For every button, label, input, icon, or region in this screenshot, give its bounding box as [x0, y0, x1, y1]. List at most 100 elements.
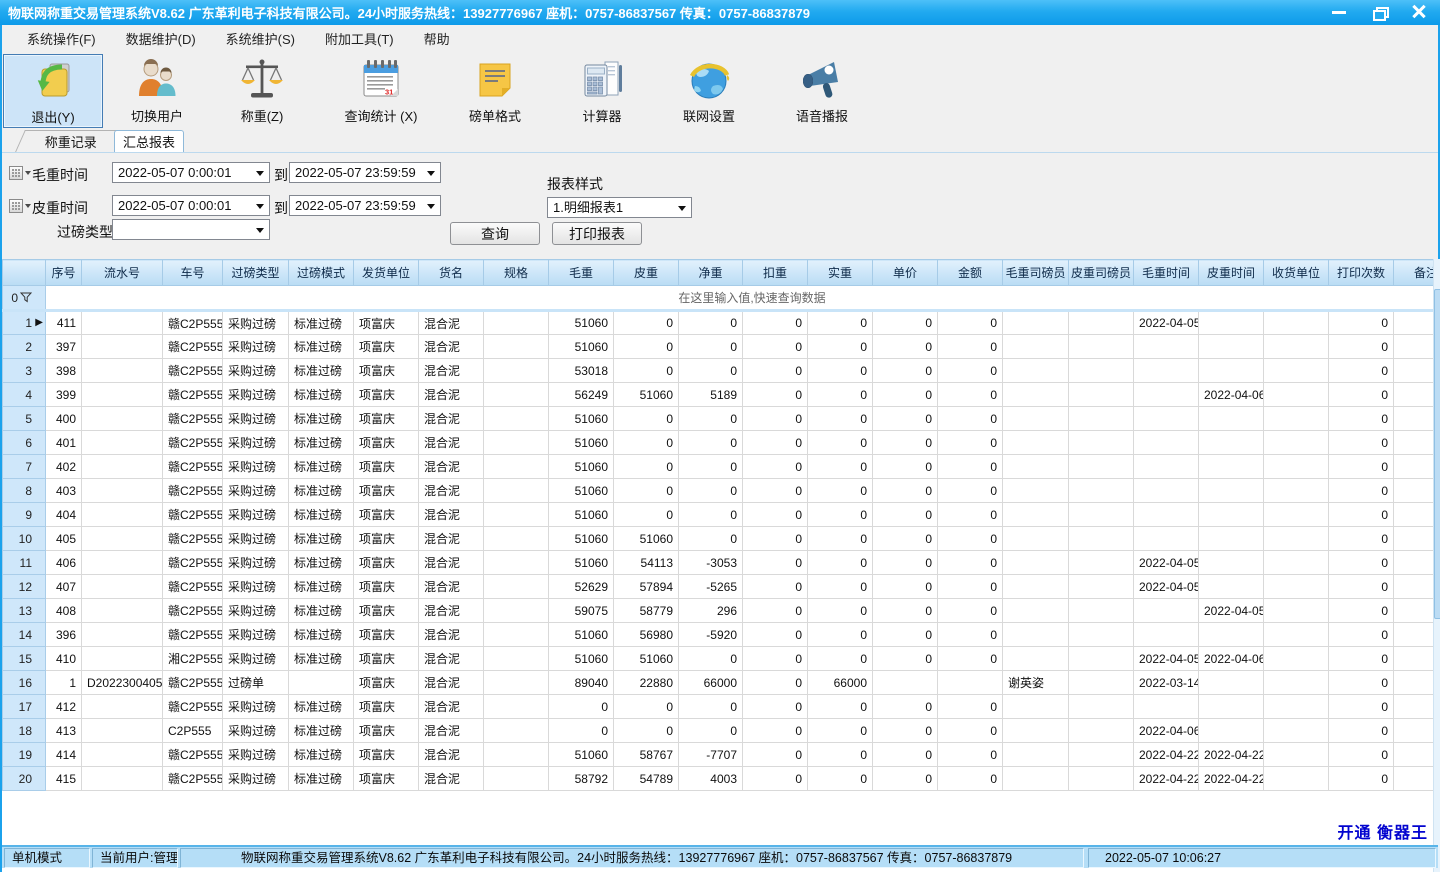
cell[interactable]: 0 — [614, 719, 679, 743]
cell[interactable]: 0 — [938, 311, 1003, 335]
cell[interactable]: 56980 — [614, 623, 679, 647]
column-header[interactable]: 序号 — [46, 260, 82, 286]
cell[interactable] — [1134, 455, 1199, 479]
cell[interactable]: 0 — [808, 455, 873, 479]
cell[interactable]: -7707 — [679, 743, 743, 767]
table-row[interactable]: 15410湘C2P555采购过磅标准过磅项富庆混合泥51060510600000… — [3, 647, 1434, 671]
cell[interactable]: 51060 — [549, 503, 614, 527]
cell[interactable] — [1199, 695, 1264, 719]
cell[interactable] — [1003, 479, 1069, 503]
cell[interactable]: 0 — [614, 695, 679, 719]
print-report-button[interactable]: 打印报表 — [552, 222, 642, 245]
cell[interactable]: 赣C2P555 — [163, 767, 223, 791]
cell[interactable]: 0 — [873, 647, 938, 671]
toolbar-button-query-stats[interactable]: 31 查询统计 (X) — [326, 54, 436, 128]
cell[interactable]: 采购过磅 — [223, 551, 289, 575]
table-row[interactable]: 19414赣C2P555采购过磅标准过磅项富庆混合泥5106058767-770… — [3, 743, 1434, 767]
row-number[interactable]: 13 — [3, 599, 46, 623]
cell[interactable]: 赣C2P555 — [163, 479, 223, 503]
cell[interactable]: 标准过磅 — [289, 479, 354, 503]
cell[interactable]: 0 — [873, 623, 938, 647]
cell[interactable]: 项富庆 — [354, 455, 419, 479]
row-number[interactable]: 5 — [3, 407, 46, 431]
cell[interactable]: 0 — [1329, 335, 1394, 359]
cell[interactable] — [1199, 455, 1264, 479]
cell[interactable]: 414 — [46, 743, 82, 767]
cell[interactable]: 赣C2P555 — [163, 623, 223, 647]
table-row[interactable]: 2397赣C2P555采购过磅标准过磅项富庆混合泥510600000000 — [3, 335, 1434, 359]
cell[interactable]: 52629 — [549, 575, 614, 599]
table-row[interactable]: 10405赣C2P555采购过磅标准过磅项富庆混合泥51060510600000… — [3, 527, 1434, 551]
cell[interactable]: 0 — [743, 311, 808, 335]
cell[interactable] — [1069, 311, 1134, 335]
cell[interactable]: 408 — [46, 599, 82, 623]
cell[interactable] — [82, 431, 163, 455]
cell[interactable]: C2P555 — [163, 719, 223, 743]
cell[interactable]: 0 — [808, 335, 873, 359]
column-header[interactable]: 单价 — [873, 260, 938, 286]
cell[interactable] — [1003, 383, 1069, 407]
cell[interactable] — [82, 455, 163, 479]
cell[interactable]: 项富庆 — [354, 431, 419, 455]
cell[interactable]: 66000 — [808, 671, 873, 695]
cell[interactable] — [484, 623, 549, 647]
table-row[interactable]: 3398赣C2P555采购过磅标准过磅项富庆混合泥530180000000 — [3, 359, 1434, 383]
cell[interactable]: 0 — [938, 359, 1003, 383]
cell[interactable]: 405 — [46, 527, 82, 551]
cell[interactable]: 51060 — [549, 527, 614, 551]
cell[interactable]: 51060 — [549, 479, 614, 503]
cell[interactable] — [1199, 575, 1264, 599]
cell[interactable] — [1264, 743, 1329, 767]
cell[interactable] — [289, 671, 354, 695]
cell[interactable]: 0 — [679, 503, 743, 527]
cell[interactable]: 0 — [873, 503, 938, 527]
cell[interactable] — [1134, 359, 1199, 383]
cell[interactable] — [1069, 695, 1134, 719]
cell[interactable] — [1069, 503, 1134, 527]
tare-time-to-combobox[interactable]: 2022-05-07 23:59:59 — [289, 195, 441, 216]
cell[interactable] — [82, 719, 163, 743]
cell[interactable]: 2022-04-06 — [1199, 383, 1264, 407]
column-header[interactable]: 皮重时间 — [1199, 260, 1264, 286]
row-number[interactable]: 9 — [3, 503, 46, 527]
column-header[interactable]: 毛重时间 — [1134, 260, 1199, 286]
cell[interactable]: 项富庆 — [354, 407, 419, 431]
cell[interactable]: 赣C2P555 — [163, 671, 223, 695]
cell[interactable]: 项富庆 — [354, 335, 419, 359]
dropdown-arrow-icon[interactable] — [427, 171, 435, 176]
cell[interactable]: 采购过磅 — [223, 311, 289, 335]
cell[interactable]: 赣C2P555 — [163, 599, 223, 623]
cell[interactable]: 415 — [46, 767, 82, 791]
cell[interactable]: 采购过磅 — [223, 455, 289, 479]
cell[interactable] — [1003, 551, 1069, 575]
cell[interactable]: 0 — [808, 623, 873, 647]
cell[interactable]: 0 — [743, 335, 808, 359]
cell[interactable]: 项富庆 — [354, 311, 419, 335]
cell[interactable] — [1003, 767, 1069, 791]
table-row[interactable]: 12407赣C2P555采购过磅标准过磅项富庆混合泥5262957894-526… — [3, 575, 1434, 599]
cell[interactable]: 54113 — [614, 551, 679, 575]
cell[interactable] — [1264, 335, 1329, 359]
cell[interactable]: 标准过磅 — [289, 407, 354, 431]
dropdown-arrow-icon[interactable] — [256, 171, 264, 176]
cell[interactable]: 项富庆 — [354, 647, 419, 671]
cell[interactable] — [1134, 335, 1199, 359]
cell[interactable] — [1394, 695, 1434, 719]
column-header[interactable]: 车号 — [163, 260, 223, 286]
cell[interactable]: 赣C2P555 — [163, 503, 223, 527]
cell[interactable] — [1003, 527, 1069, 551]
scrollbar-thumb[interactable] — [1434, 289, 1440, 619]
cell[interactable]: 0 — [938, 503, 1003, 527]
cell[interactable] — [1199, 719, 1264, 743]
row-number[interactable]: 1▶ — [3, 311, 46, 335]
cell[interactable] — [484, 359, 549, 383]
toolbar-button-calculator[interactable]: 计算器 — [554, 54, 650, 128]
cell[interactable]: 0 — [743, 503, 808, 527]
cell[interactable]: 混合泥 — [419, 575, 484, 599]
cell[interactable]: 赣C2P555 — [163, 311, 223, 335]
cell[interactable] — [484, 695, 549, 719]
cell[interactable] — [1003, 311, 1069, 335]
cell[interactable]: 0 — [873, 719, 938, 743]
cell[interactable] — [484, 455, 549, 479]
cell[interactable]: 采购过磅 — [223, 623, 289, 647]
